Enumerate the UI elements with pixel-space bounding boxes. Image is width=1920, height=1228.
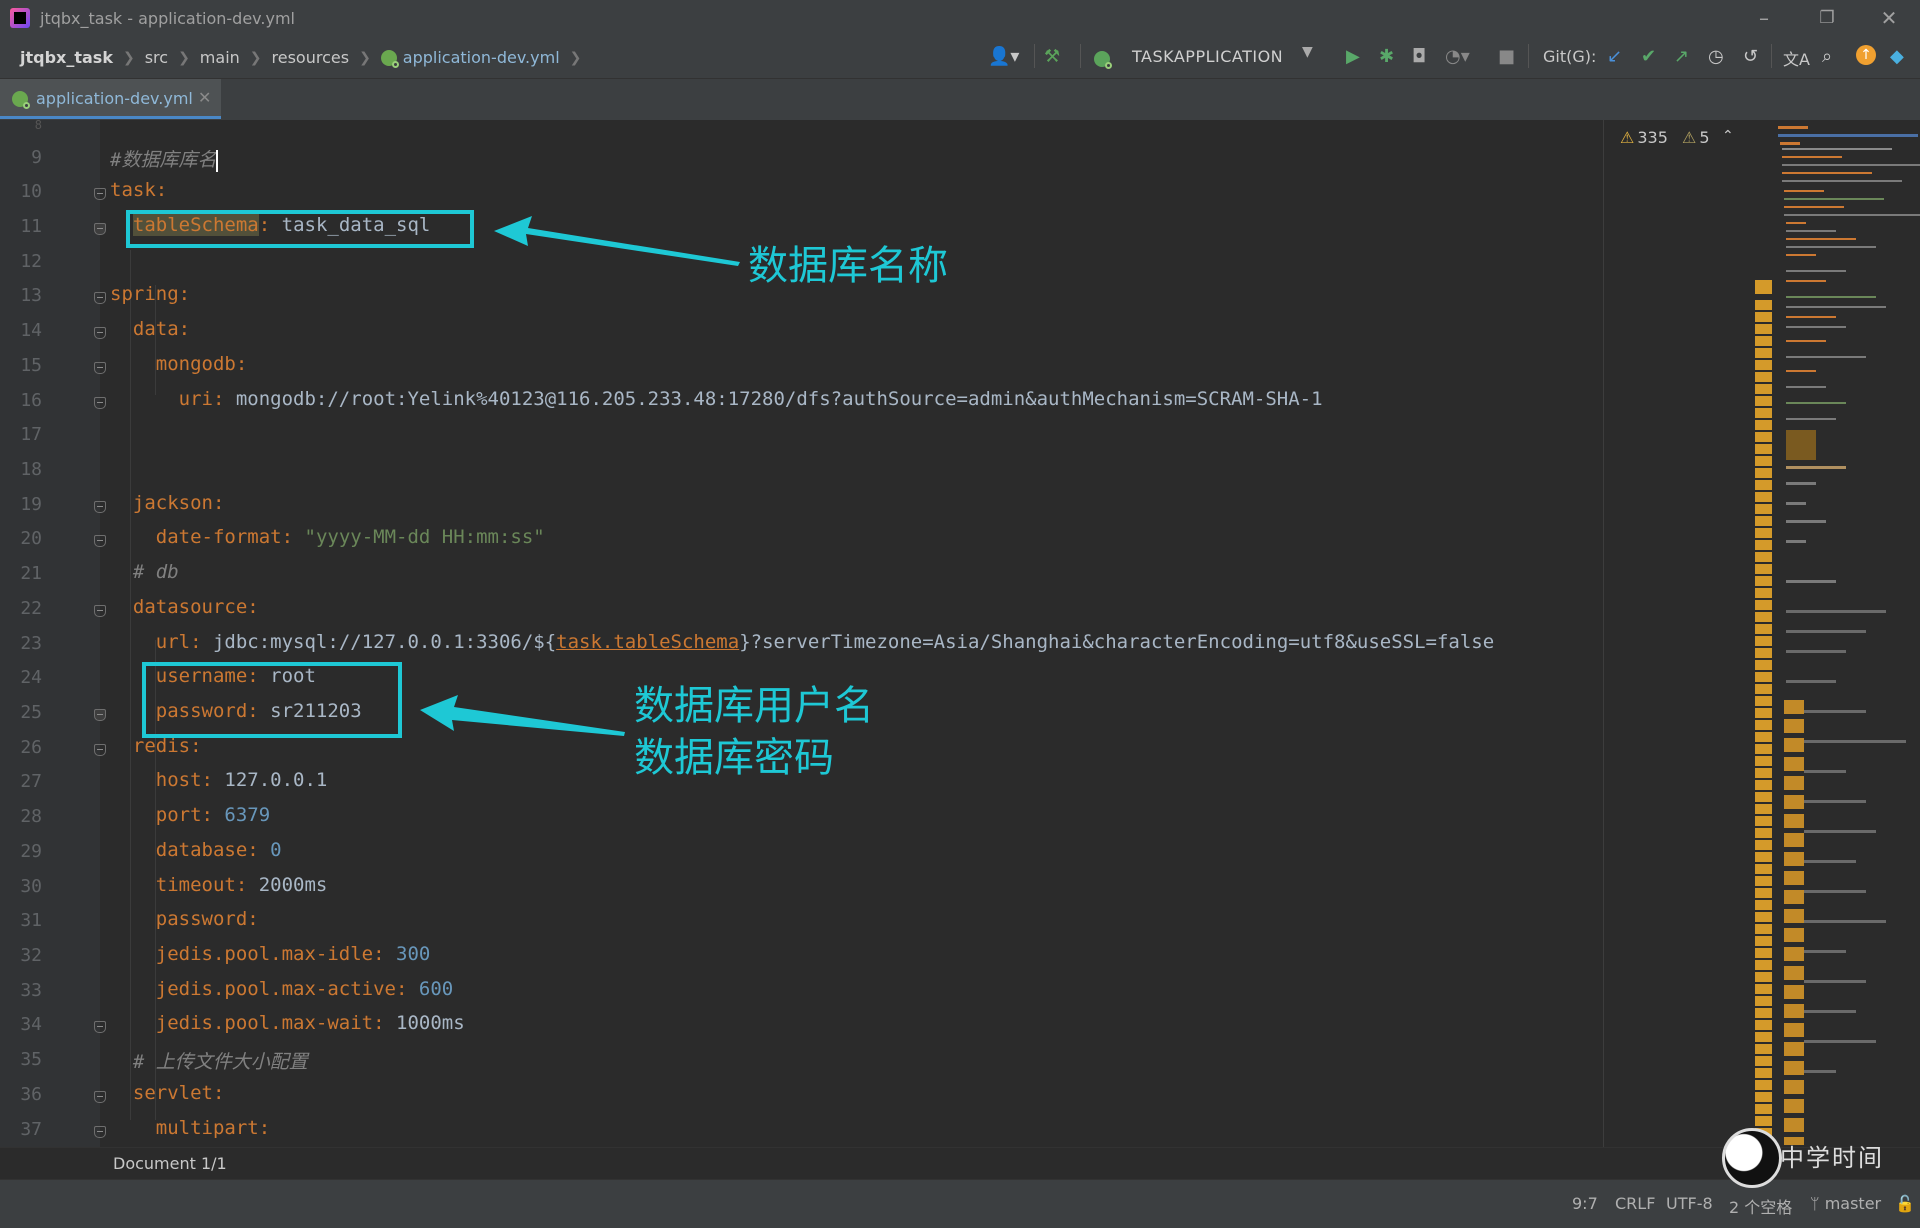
annotation-db-name: 数据库名称 xyxy=(748,243,948,289)
arrow-to-credentials xyxy=(420,695,625,736)
branch-icon: ᛘ xyxy=(1810,1194,1825,1213)
indent-setting[interactable]: 2 个空格 xyxy=(1729,1194,1792,1218)
git-branch[interactable]: ᛘ master xyxy=(1810,1194,1881,1213)
watermark-yinyang-logo xyxy=(1722,1128,1782,1188)
document-label: Document 1/1 xyxy=(113,1154,227,1173)
annotation-db-pass: 数据库密码 xyxy=(634,735,834,781)
annotation-db-user: 数据库用户名 xyxy=(634,683,874,729)
annotation-arrows xyxy=(420,216,740,736)
lock-icon[interactable]: 🔓 xyxy=(1895,1194,1915,1213)
watermark-text: 中学时间 xyxy=(1780,1144,1884,1172)
caret-position[interactable]: 9:7 xyxy=(1572,1194,1598,1213)
file-encoding[interactable]: UTF-8 xyxy=(1666,1194,1713,1213)
line-separator[interactable]: CRLF xyxy=(1615,1194,1655,1213)
status-bar: 9:7 CRLF UTF-8 2 个空格 ᛘ master 🔓 xyxy=(0,1179,1920,1228)
document-info-bar: Document 1/1 xyxy=(0,1147,1920,1180)
arrow-to-table-schema xyxy=(494,216,740,266)
